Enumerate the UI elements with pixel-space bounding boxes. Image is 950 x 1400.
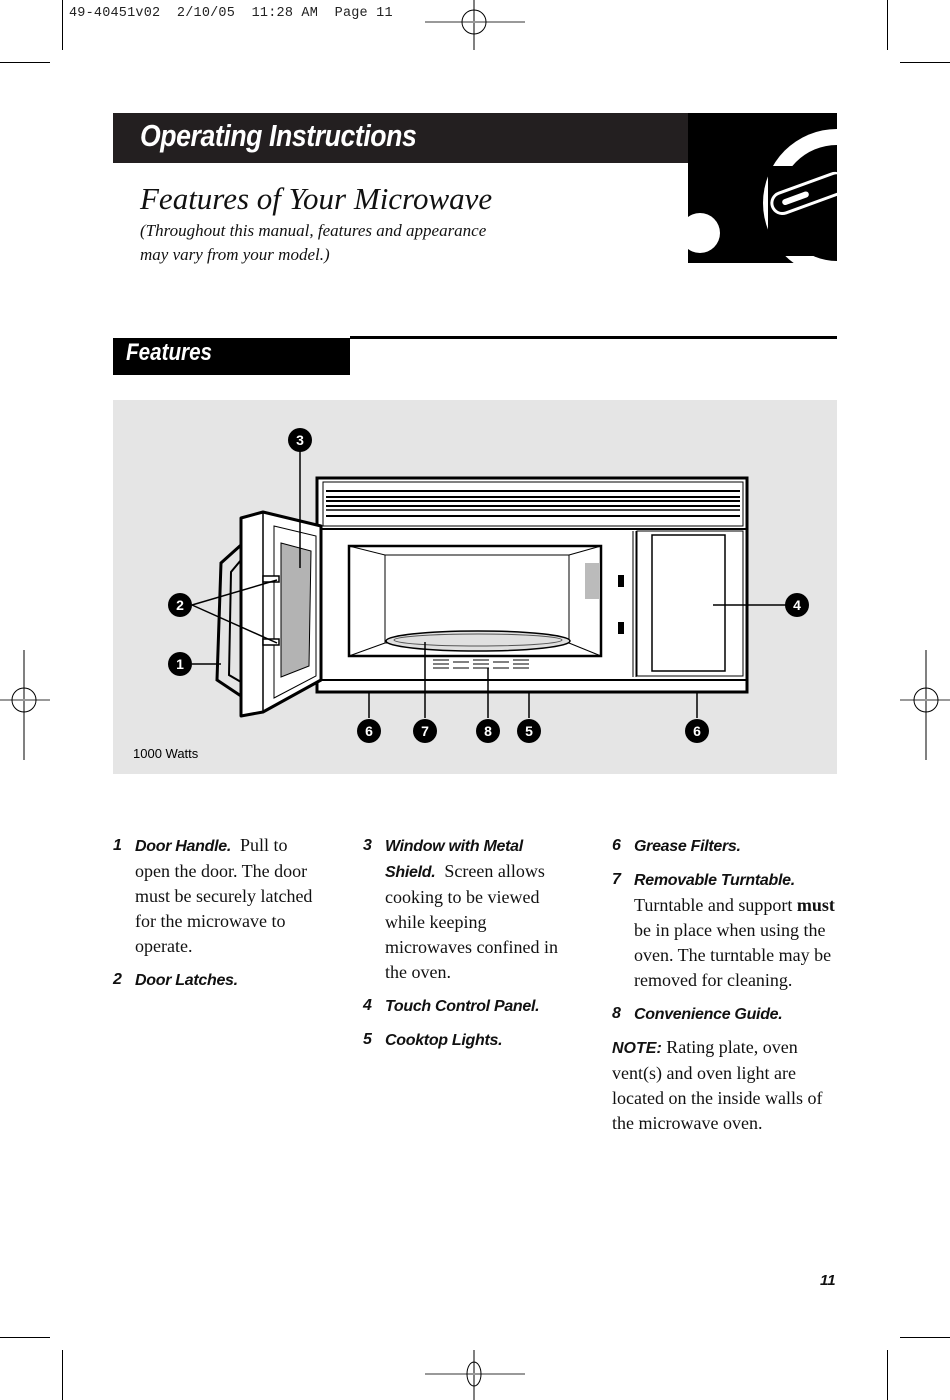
feature-label: Removable Turntable. [634,872,795,889]
crop-mark [900,62,950,63]
svg-text:1: 1 [176,656,184,672]
page-title: Features of Your Microwave [140,181,493,216]
svg-text:5: 5 [525,723,533,739]
feature-item-6: 6 Grease Filters. [612,833,837,859]
subtitle-line: may vary from your model.) [140,245,330,264]
feature-label: Grease Filters. [634,838,741,855]
feature-number: 2 [113,971,122,988]
print-slug: 49-40451v02 2/10/05 11:28 AM Page 11 [69,6,393,21]
wattage-label: 1000 Watts [133,746,199,761]
svg-text:6: 6 [693,723,701,739]
crop-mark [900,1337,950,1338]
crop-mark [62,1350,63,1400]
microwave-dial-logo-icon [680,113,911,277]
features-column-3: 6 Grease Filters. 7 Removable Turntable.… [612,833,837,1136]
svg-text:3: 3 [296,432,304,448]
feature-number: 4 [363,997,372,1014]
feature-item-4: 4 Touch Control Panel. [363,993,568,1019]
svg-text:7: 7 [421,723,429,739]
feature-number: 5 [363,1031,372,1048]
crop-mark [887,1350,888,1400]
microwave-illustration: 1 2 3 4 5 6 7 8 6 1000 Watts [133,428,809,761]
callout-4: 4 [785,593,809,617]
callout-1: 1 [168,652,192,676]
note: NOTE: Rating plate, oven vent(s) and ove… [612,1035,837,1136]
section-title: Operating Instructions [140,118,417,153]
feature-number: 7 [612,871,621,888]
feature-item-8: 8 Convenience Guide. [612,1001,837,1027]
feature-label: Door Latches. [135,972,238,989]
feature-description: Turntable and support [634,895,797,915]
feature-item-2: 2 Door Latches. [113,967,323,993]
callout-2: 2 [168,593,192,617]
feature-number: 1 [113,837,122,854]
feature-item-3: 3 Window with Metal Shield. Screen allow… [363,833,568,985]
features-heading: Features [126,339,213,366]
feature-number: 3 [363,837,372,854]
feature-label: Cooktop Lights. [385,1032,503,1049]
callout-5: 5 [517,719,541,743]
crop-mark [0,1337,50,1338]
feature-description: be in place when using the oven. The tur… [634,920,832,990]
svg-text:8: 8 [484,723,492,739]
subtitle-line: (Throughout this manual, features and ap… [140,221,487,240]
callout-8: 8 [476,719,500,743]
feature-number: 6 [612,837,621,854]
callout-7: 7 [413,719,437,743]
feature-item-7: 7 Removable Turntable. Turntable and sup… [612,867,837,993]
registration-mark-bottom [425,1350,525,1400]
features-column-1: 1 Door Handle. Pull to open the door. Th… [113,833,323,1001]
note-label: NOTE: [612,1040,662,1057]
crop-mark [62,0,63,50]
page-number: 11 [820,1272,836,1289]
page-subtitle: (Throughout this manual, features and ap… [140,219,560,267]
feature-description-emphasis: must [796,895,835,915]
section-rule [350,336,837,339]
svg-text:4: 4 [793,597,801,613]
microwave-diagram: 1 2 3 4 5 6 7 8 6 1000 Watts [113,400,837,774]
crop-mark [0,62,50,63]
feature-label: Convenience Guide. [634,1006,783,1023]
callout-3: 3 [288,428,312,452]
svg-text:2: 2 [176,597,184,613]
registration-mark-top [425,0,525,50]
svg-text:6: 6 [365,723,373,739]
callout-6-right: 6 [685,719,709,743]
registration-mark-right [900,650,950,760]
registration-mark-left [0,650,50,760]
feature-label: Door Handle. [135,838,231,855]
feature-item-5: 5 Cooktop Lights. [363,1027,568,1053]
feature-item-1: 1 Door Handle. Pull to open the door. Th… [113,833,323,959]
features-column-2: 3 Window with Metal Shield. Screen allow… [363,833,568,1061]
callout-6-left: 6 [357,719,381,743]
crop-mark [887,0,888,50]
feature-label: Touch Control Panel. [385,998,540,1015]
feature-number: 8 [612,1005,621,1022]
